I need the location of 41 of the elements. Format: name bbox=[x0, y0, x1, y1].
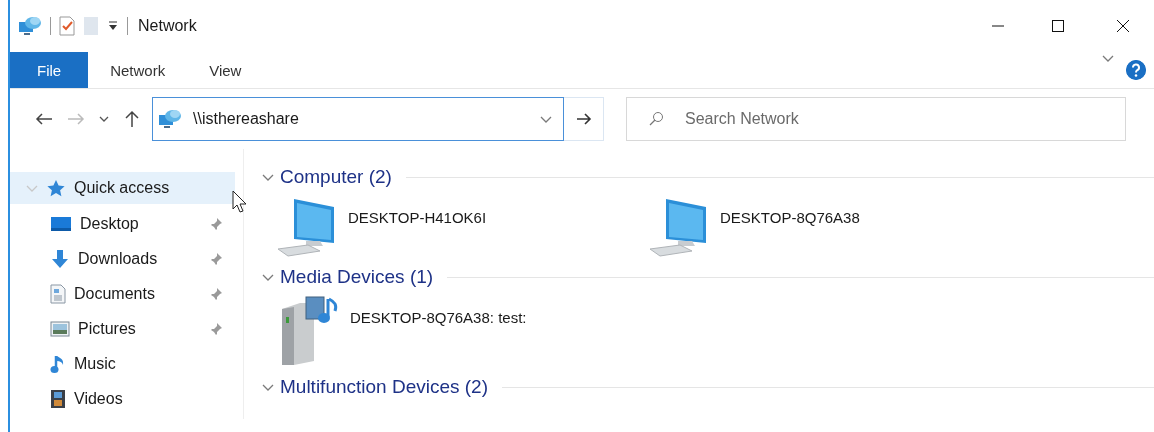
ribbon-tab[interactable]: View bbox=[187, 52, 264, 88]
network-device[interactable]: DESKTOP-8Q76A38: test: bbox=[276, 295, 648, 367]
window-title: Network bbox=[138, 17, 197, 35]
document-icon bbox=[50, 283, 66, 304]
ribbon-tab[interactable]: File bbox=[10, 52, 89, 88]
star-icon bbox=[46, 179, 66, 197]
music-note-icon bbox=[50, 353, 66, 374]
search-field[interactable]: Search Network bbox=[626, 97, 1126, 141]
help-icon[interactable] bbox=[1126, 60, 1146, 80]
properties-icon[interactable] bbox=[59, 16, 75, 36]
network-icon bbox=[18, 16, 42, 36]
ribbon-tab[interactable]: Network bbox=[88, 52, 188, 88]
mouse-cursor-icon bbox=[232, 190, 248, 214]
down-arrow-icon bbox=[50, 248, 70, 269]
nav-item[interactable]: Pictures bbox=[10, 311, 235, 346]
nav-item[interactable]: Downloads bbox=[10, 241, 235, 276]
dropdown-icon[interactable] bbox=[107, 20, 119, 32]
film-icon bbox=[50, 388, 66, 409]
nav-item[interactable]: Desktop bbox=[10, 206, 235, 241]
group-header[interactable]: Media Devices (1) bbox=[280, 266, 434, 288]
back-arrow-icon bbox=[35, 112, 53, 126]
network-device[interactable]: DESKTOP-8Q76A38 bbox=[648, 195, 1020, 257]
address-bar[interactable]: \\isthereashare bbox=[152, 97, 564, 141]
up-arrow-icon bbox=[124, 110, 140, 128]
go-button[interactable] bbox=[564, 97, 604, 141]
nav-item[interactable]: Quick access bbox=[10, 172, 235, 204]
nav-item[interactable]: Documents bbox=[10, 276, 235, 311]
forward-arrow-icon bbox=[67, 112, 85, 126]
right-arrow-icon bbox=[575, 112, 592, 126]
picture-icon bbox=[50, 320, 70, 337]
network-icon bbox=[158, 109, 182, 129]
search-icon bbox=[648, 111, 664, 127]
group-header[interactable]: Multifunction Devices (2) bbox=[280, 376, 489, 398]
desktop-icon bbox=[50, 215, 72, 232]
close-icon bbox=[1116, 19, 1130, 33]
nav-item[interactable]: Videos bbox=[10, 381, 235, 416]
nav-item[interactable]: Music bbox=[10, 346, 235, 381]
maximize-icon bbox=[1051, 19, 1065, 33]
network-device[interactable]: DESKTOP-H41OK6I bbox=[276, 195, 648, 257]
chevron-down-icon bbox=[99, 115, 109, 123]
group-header[interactable]: Computer (2) bbox=[280, 166, 392, 188]
